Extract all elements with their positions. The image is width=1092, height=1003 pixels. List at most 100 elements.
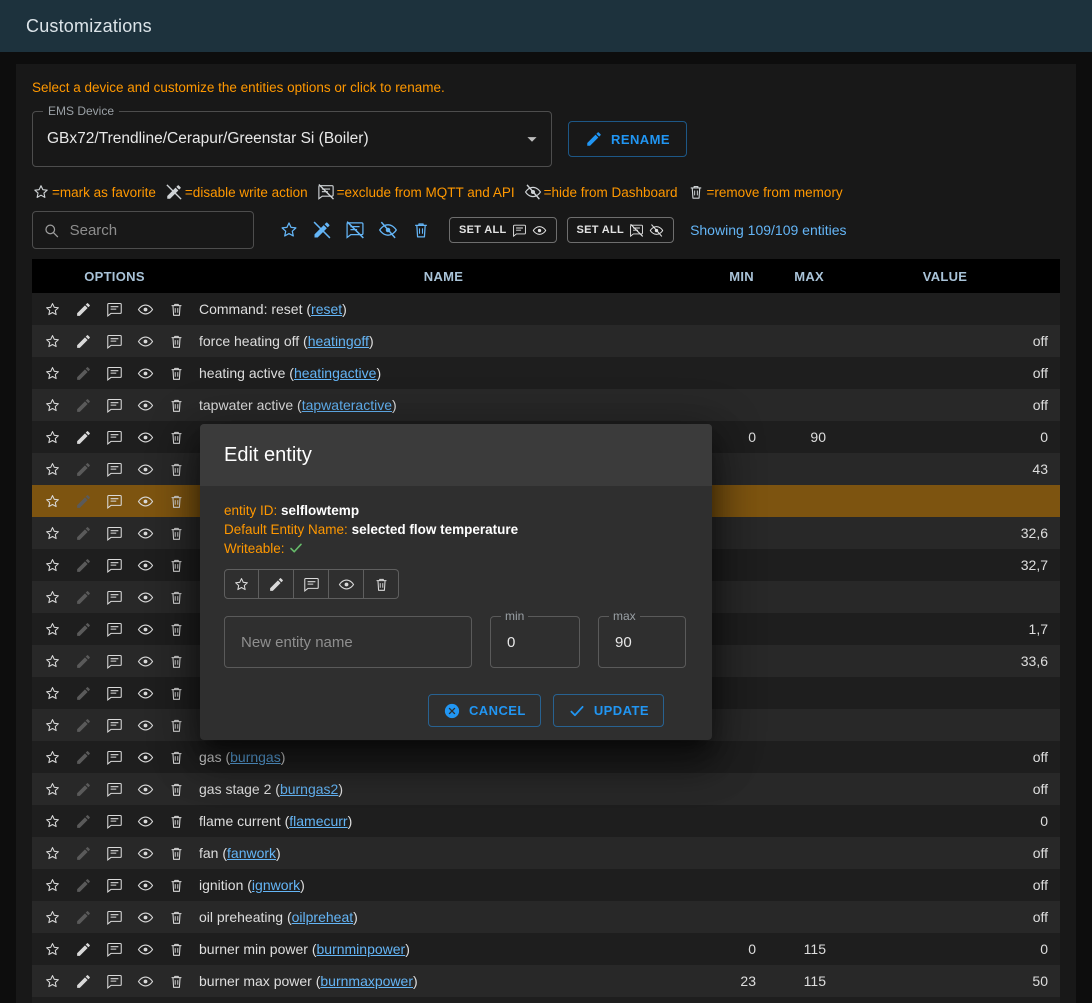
mqtt-icon[interactable] [99,869,130,901]
entity-shortname-link[interactable]: burnminpower [317,941,406,957]
mqtt-icon[interactable] [99,997,130,1003]
set-all-hide-button[interactable]: SET ALL [567,217,675,243]
ems-device-select[interactable]: EMS Device GBx72/Trendline/Cerapur/Green… [32,111,552,167]
edit-pencil-icon[interactable] [68,773,99,805]
favorite-star-icon[interactable] [37,837,68,869]
entity-name[interactable]: tapwater active (tapwateractive) [197,397,690,413]
favorite-star-icon[interactable] [37,741,68,773]
edit-pencil-icon[interactable] [68,357,99,389]
favorite-star-icon[interactable] [37,709,68,741]
mqtt-icon[interactable] [99,837,130,869]
entity-shortname-link[interactable]: fanwork [227,845,276,861]
trash-icon[interactable] [161,357,192,389]
star-filter-button[interactable] [272,213,305,247]
favorite-star-icon[interactable] [37,389,68,421]
mqtt-icon[interactable] [99,933,130,965]
edit-pencil-icon[interactable] [68,933,99,965]
mqtt-icon[interactable] [99,965,130,997]
trash-icon[interactable] [161,677,192,709]
edit-pencil-icon[interactable] [68,805,99,837]
trash-icon[interactable] [161,773,192,805]
entity-shortname-link[interactable]: ignwork [252,877,300,893]
mqtt-icon[interactable] [99,613,130,645]
entity-shortname-link[interactable]: heatingoff [308,333,369,349]
favorite-star-icon[interactable] [37,325,68,357]
edit-pencil-icon[interactable] [68,325,99,357]
eye-icon[interactable] [130,901,161,933]
mqtt-off-filter-button[interactable] [338,213,371,247]
min-input[interactable] [505,633,565,652]
favorite-star-icon[interactable] [37,357,68,389]
trash-icon[interactable] [161,421,192,453]
favorite-star-icon[interactable] [37,517,68,549]
edit-pencil-icon[interactable] [68,453,99,485]
entity-shortname-link[interactable]: burngas2 [280,781,338,797]
edit-pencil-icon[interactable] [68,293,99,325]
mqtt-icon[interactable] [99,741,130,773]
mqtt-icon[interactable] [99,453,130,485]
favorite-star-icon[interactable] [37,997,68,1003]
trash-icon[interactable] [161,645,192,677]
eye-icon[interactable] [130,997,161,1003]
favorite-star-icon[interactable] [37,805,68,837]
edit-pencil-icon[interactable] [68,421,99,453]
favorite-star-icon[interactable] [37,293,68,325]
favorite-star-icon[interactable] [37,453,68,485]
mqtt-icon[interactable] [99,677,130,709]
edit-pencil-icon[interactable] [68,869,99,901]
trash-icon[interactable] [161,325,192,357]
trash-icon[interactable] [161,613,192,645]
favorite-star-icon[interactable] [37,581,68,613]
pencil-off-filter-button[interactable] [305,213,338,247]
eye-icon[interactable] [130,741,161,773]
trash-icon[interactable] [161,485,192,517]
cancel-button[interactable]: CANCEL [428,694,541,727]
edit-pencil-icon[interactable] [68,709,99,741]
update-button[interactable]: UPDATE [553,694,664,727]
edit-pencil-icon[interactable] [68,837,99,869]
eye-icon[interactable] [130,453,161,485]
eye-icon[interactable] [130,357,161,389]
eye-icon[interactable] [130,389,161,421]
trash-icon[interactable] [161,805,192,837]
eye-icon[interactable] [130,613,161,645]
mqtt-icon[interactable] [99,549,130,581]
entity-shortname-link[interactable]: oilpreheat [292,909,354,925]
eye-icon[interactable] [130,805,161,837]
eye-toggle-button[interactable] [329,569,364,599]
trash-icon[interactable] [161,997,192,1003]
mqtt-icon[interactable] [99,517,130,549]
trash-filter-button[interactable] [404,213,437,247]
favorite-star-icon[interactable] [37,677,68,709]
mqtt-icon[interactable] [99,581,130,613]
eye-icon[interactable] [130,869,161,901]
eye-icon[interactable] [130,293,161,325]
eye-icon[interactable] [130,773,161,805]
favorite-star-icon[interactable] [37,485,68,517]
edit-pencil-icon[interactable] [68,645,99,677]
favorite-star-icon[interactable] [37,613,68,645]
eye-icon[interactable] [130,837,161,869]
entity-shortname-link[interactable]: burnmaxpower [320,973,413,989]
trash-icon[interactable] [161,901,192,933]
entity-name[interactable]: gas (burngas) [197,749,690,765]
mqtt-icon[interactable] [99,805,130,837]
entity-shortname-link[interactable]: burngas [230,749,281,765]
trash-icon[interactable] [161,837,192,869]
edit-pencil-icon[interactable] [68,997,99,1003]
mqtt-icon[interactable] [99,901,130,933]
new-entity-name-input[interactable] [239,633,457,652]
max-field[interactable]: max [598,616,686,668]
star-toggle-button[interactable] [224,569,259,599]
min-field[interactable]: min [490,616,580,668]
edit-pencil-icon[interactable] [68,613,99,645]
mqtt-icon[interactable] [99,421,130,453]
eye-icon[interactable] [130,421,161,453]
mqtt-icon[interactable] [99,709,130,741]
max-input[interactable] [613,633,671,652]
trash-icon[interactable] [161,549,192,581]
entity-shortname-link[interactable]: reset [311,301,342,317]
mqtt-icon[interactable] [99,357,130,389]
entity-shortname-link[interactable]: tapwateractive [302,397,392,413]
edit-pencil-icon[interactable] [68,389,99,421]
